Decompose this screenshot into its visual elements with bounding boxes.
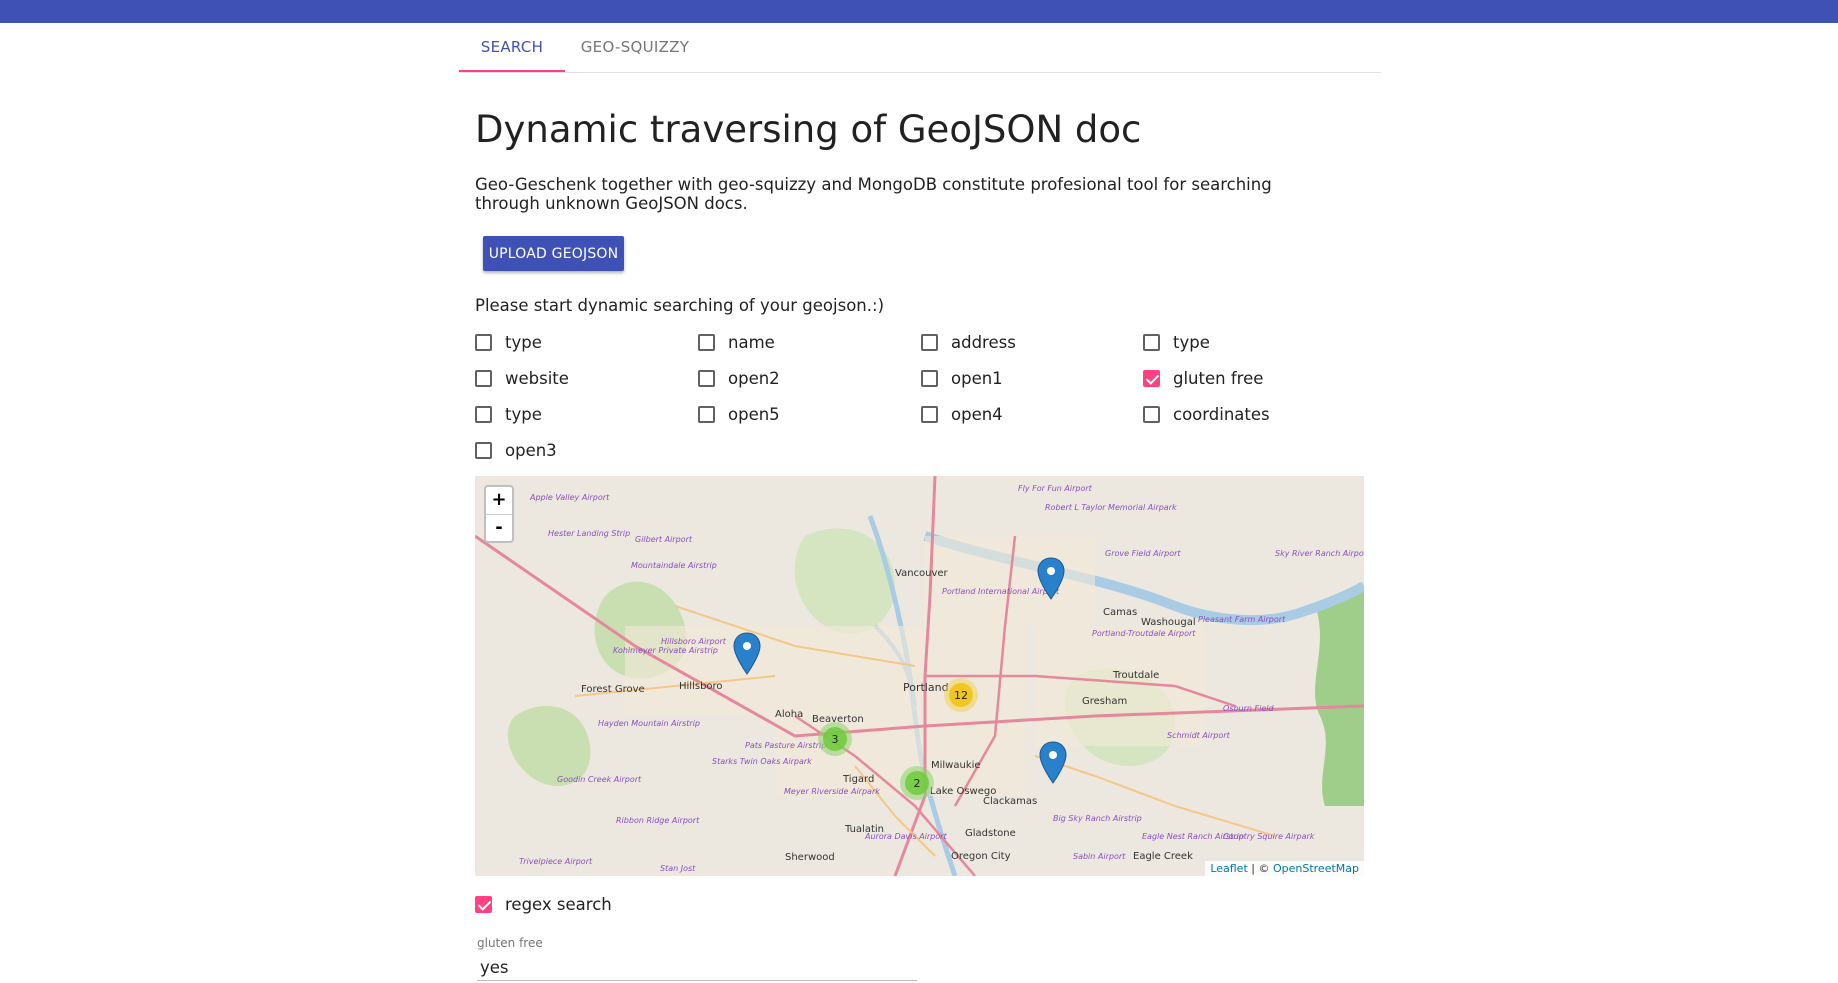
- map-airport-label: Sabin Airport: [1073, 852, 1126, 861]
- checkbox-box[interactable]: [698, 406, 715, 423]
- page-description: Geo-Geschenk together with geo-squizzy a…: [475, 175, 1272, 213]
- checkbox-label: gluten free: [1173, 369, 1264, 388]
- map-airport-label: Mountaindale Airstrip: [631, 561, 717, 570]
- map-city-label: Eagle Creek: [1133, 851, 1193, 862]
- tab-bar: SEARCH GEO-SQUIZZY: [459, 23, 1381, 73]
- checkbox-box[interactable]: [921, 370, 938, 387]
- checkbox-box[interactable]: [921, 406, 938, 423]
- map-airport-label: Schmidt Airport: [1167, 731, 1231, 740]
- zoom-control: + -: [484, 485, 514, 543]
- map-city-label: Gresham: [1082, 696, 1127, 707]
- map-city-label: Camas: [1103, 607, 1137, 618]
- map-city-label: Sherwood: [785, 852, 835, 863]
- map-city-label: Tigard: [842, 774, 874, 785]
- map-city-label: Portland: [903, 681, 949, 694]
- checkbox-label: type: [505, 405, 542, 424]
- map-view[interactable]: Vancouver Portland Hillsboro Forest Grov…: [475, 476, 1364, 876]
- checkbox-box[interactable]: [1143, 334, 1160, 351]
- checkbox-label: open5: [728, 405, 780, 424]
- cluster-count: 2: [914, 777, 921, 790]
- map-airport-label: Sky River Ranch Airport: [1275, 549, 1364, 558]
- tab-geo-squizzy[interactable]: GEO-SQUIZZY: [565, 23, 705, 72]
- upload-geojson-button[interactable]: UPLOAD GEOJSON: [483, 236, 624, 271]
- map-city-label: Vancouver: [895, 568, 949, 579]
- page-title: Dynamic traversing of GeoJSON doc: [475, 108, 1142, 151]
- map-airport-label: Pats Pasture Airstrip: [745, 741, 826, 750]
- map-airport-label: Gilbert Airport: [635, 535, 693, 544]
- map-city-label: Clackamas: [983, 796, 1037, 807]
- map-airport-label: Portland-Troutdale Airport: [1092, 629, 1196, 638]
- map-city-label: Lake Oswego: [930, 786, 996, 797]
- checkbox-box[interactable]: [1143, 406, 1160, 423]
- attribution-separator: | ©: [1247, 862, 1273, 875]
- map-airport-label: Portland International Airport: [942, 587, 1060, 596]
- checkbox-box[interactable]: [698, 370, 715, 387]
- checkbox-label: open1: [951, 369, 1003, 388]
- map-airport-label: Goodin Creek Airport: [557, 775, 642, 784]
- tab-search[interactable]: SEARCH: [459, 23, 565, 72]
- map-airport-label: Hillsboro Airport: [661, 637, 727, 646]
- map-airport-label: Apple Valley Airport: [529, 493, 610, 502]
- map-airport-label: Ribbon Ridge Airport: [616, 816, 700, 825]
- search-field-label: gluten free: [477, 936, 543, 950]
- checkbox-box[interactable]: [475, 334, 492, 351]
- map-city-label: Milwaukie: [931, 760, 981, 771]
- checkbox-box-checked[interactable]: [1143, 370, 1160, 387]
- zoom-out-button[interactable]: -: [486, 515, 512, 542]
- leaflet-link[interactable]: Leaflet: [1210, 862, 1247, 875]
- map-airport-label: Stan Jost: [660, 864, 696, 873]
- map-airport-label: Grove Field Airport: [1105, 549, 1181, 558]
- checkbox-box[interactable]: [921, 334, 938, 351]
- map-airport-label: Trivelpiece Airport: [519, 857, 593, 866]
- checkbox-box[interactable]: [698, 334, 715, 351]
- checkbox-label: type: [1173, 333, 1210, 352]
- checkbox-label: regex search: [505, 895, 612, 914]
- map-airport-label: Osburn Field: [1223, 704, 1274, 713]
- map-cluster[interactable]: 3: [818, 722, 852, 756]
- map-airport-label: Meyer Riverside Airpark: [784, 787, 880, 796]
- checkbox-label: website: [505, 369, 569, 388]
- map-tiles[interactable]: Vancouver Portland Hillsboro Forest Grov…: [475, 476, 1364, 876]
- zoom-in-button[interactable]: +: [486, 487, 512, 515]
- checkbox-label: address: [951, 333, 1016, 352]
- map-airport-label: Aurora Davis Airport: [864, 832, 947, 841]
- openstreetmap-link[interactable]: OpenStreetMap: [1273, 862, 1359, 875]
- map-airport-label: Kohlmeyer Private Airstrip: [613, 646, 718, 655]
- checkbox-box[interactable]: [475, 370, 492, 387]
- search-prompt: Please start dynamic searching of your g…: [475, 296, 885, 315]
- checkbox-label: coordinates: [1173, 405, 1270, 424]
- checkbox-box[interactable]: [475, 442, 492, 459]
- map-airport-label: Starks Twin Oaks Airpark: [712, 757, 812, 766]
- map-airport-label: Hester Landing Strip: [548, 529, 630, 538]
- map-city-label: Washougal: [1141, 617, 1196, 628]
- map-airport-label: Hayden Mountain Airstrip: [598, 719, 700, 728]
- map-city-label: Oregon City: [951, 851, 1011, 862]
- map-airport-label: Country Squire Airpark: [1223, 832, 1315, 841]
- map-airport-label: Fly For Fun Airport: [1018, 484, 1093, 493]
- map-attribution: Leaflet | © OpenStreetMap: [1205, 861, 1364, 876]
- checkbox-label: type: [505, 333, 542, 352]
- checkbox-label: open4: [951, 405, 1003, 424]
- map-city-label: Gladstone: [965, 828, 1016, 839]
- map-cluster[interactable]: 12: [944, 678, 978, 712]
- map-city-label: Troutdale: [1112, 670, 1159, 681]
- checkbox-label: open2: [728, 369, 780, 388]
- map-airport-label: Robert L Taylor Memorial Airpark: [1045, 503, 1177, 512]
- checkbox-label: name: [728, 333, 775, 352]
- cluster-count: 3: [832, 733, 839, 746]
- map-airport-label: Pleasant Farm Airport: [1198, 615, 1286, 624]
- map-city-label: Hillsboro: [679, 681, 723, 692]
- checkbox-box-checked[interactable]: [475, 896, 492, 913]
- map-airport-label: Big Sky Ranch Airstrip: [1053, 814, 1142, 823]
- cluster-count: 12: [954, 689, 968, 702]
- gluten-free-search-input[interactable]: [477, 955, 917, 981]
- map-city-label: Forest Grove: [581, 684, 645, 695]
- checkbox-label: open3: [505, 441, 557, 460]
- app-top-bar: [0, 0, 1838, 23]
- checkbox-box[interactable]: [475, 406, 492, 423]
- map-cluster[interactable]: 2: [900, 766, 934, 800]
- map-city-label: Aloha: [775, 709, 803, 720]
